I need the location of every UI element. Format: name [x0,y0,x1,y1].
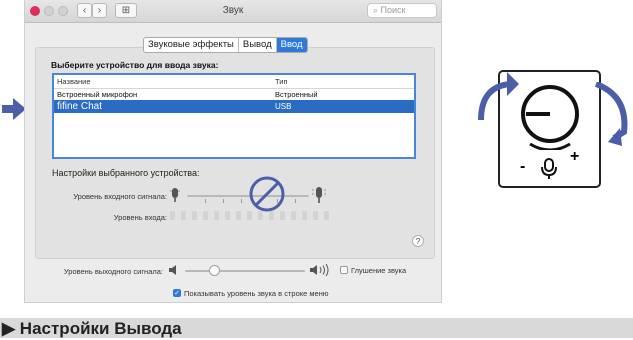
level-segment [258,211,263,220]
output-volume-slider[interactable] [185,270,305,272]
slider-disabled-icon [249,176,285,212]
tab-input[interactable]: Ввод [276,38,307,52]
device-name: Встроенный микрофон [57,90,138,99]
plus-label: + [570,148,580,165]
speaker-low-icon [169,265,176,275]
level-segment [192,211,197,220]
arrow-right-icon [2,98,26,120]
level-segment [324,211,329,220]
level-segment [269,211,274,220]
sound-preferences-window: ‹ › ⊞ Звук ⌕ Поиск Звуковые эффекты Выво… [24,0,442,303]
level-segment [247,211,252,220]
minus-label: - [520,158,526,175]
level-segment [302,211,307,220]
search-icon: ⌕ [373,5,381,15]
help-button[interactable]: ? [412,235,424,247]
mic-low-icon [170,188,180,202]
list-header: Название Тип [54,75,414,89]
device-type: USB [275,102,292,111]
tab-output[interactable]: Вывод [239,38,277,52]
level-segment [313,211,318,220]
output-volume-knob[interactable] [209,265,220,276]
output-volume-label: Уровень выходного сигнала: [63,267,163,276]
level-segment [280,211,285,220]
mute-label: Глушение звука [351,266,407,275]
rotate-right-arrow-icon [594,82,628,146]
device-row[interactable]: Встроенный микрофон Встроенный [54,89,414,100]
column-type-header[interactable]: Тип [275,75,288,88]
slider-tick [295,199,296,203]
slider-tick [205,199,206,203]
tab-sound-effects[interactable]: Звуковые эффекты [144,38,239,52]
device-type: Встроенный [275,90,318,99]
search-field[interactable]: ⌕ Поиск [367,3,437,18]
input-level-label: Уровень входа: [113,213,167,222]
level-segment [170,211,175,220]
level-segment [203,211,208,220]
device-settings-title: Настройки выбранного устройства: [52,168,200,178]
tab-bar: Звуковые эффекты Вывод Ввод [143,37,308,53]
slider-tick [241,199,242,203]
search-placeholder: Поиск [380,5,406,15]
level-segment [181,211,186,220]
level-segment [225,211,230,220]
rotate-left-arrow-icon [478,72,519,121]
column-name-header[interactable]: Название [57,75,91,88]
title-bar: ‹ › ⊞ Звук ⌕ Поиск [25,0,441,23]
mute-checkbox[interactable] [340,266,348,274]
show-volume-in-menu-checkbox[interactable]: ✓ [173,289,181,297]
slider-tick [223,199,224,203]
output-settings-title[interactable]: ▶ Настройки Вывода [2,318,182,340]
device-row-selected[interactable]: fifine Chat USB [54,100,414,113]
input-device-list[interactable]: Название Тип Встроенный микрофон Встроен… [52,73,416,159]
volume-knob-icon [521,85,579,150]
speaker-high-icon [310,264,329,276]
show-volume-in-menu-label: Показывать уровень звука в строке меню [184,289,329,298]
level-segment [236,211,241,220]
input-device-heading: Выберите устройство для ввода звука: [51,60,219,70]
device-name: fifine Chat [57,101,103,112]
mic-high-icon [312,187,326,203]
microphone-icon [541,158,557,179]
level-segment [214,211,219,220]
level-segment [291,211,296,220]
input-volume-label: Уровень входного сигнала: [73,192,167,201]
